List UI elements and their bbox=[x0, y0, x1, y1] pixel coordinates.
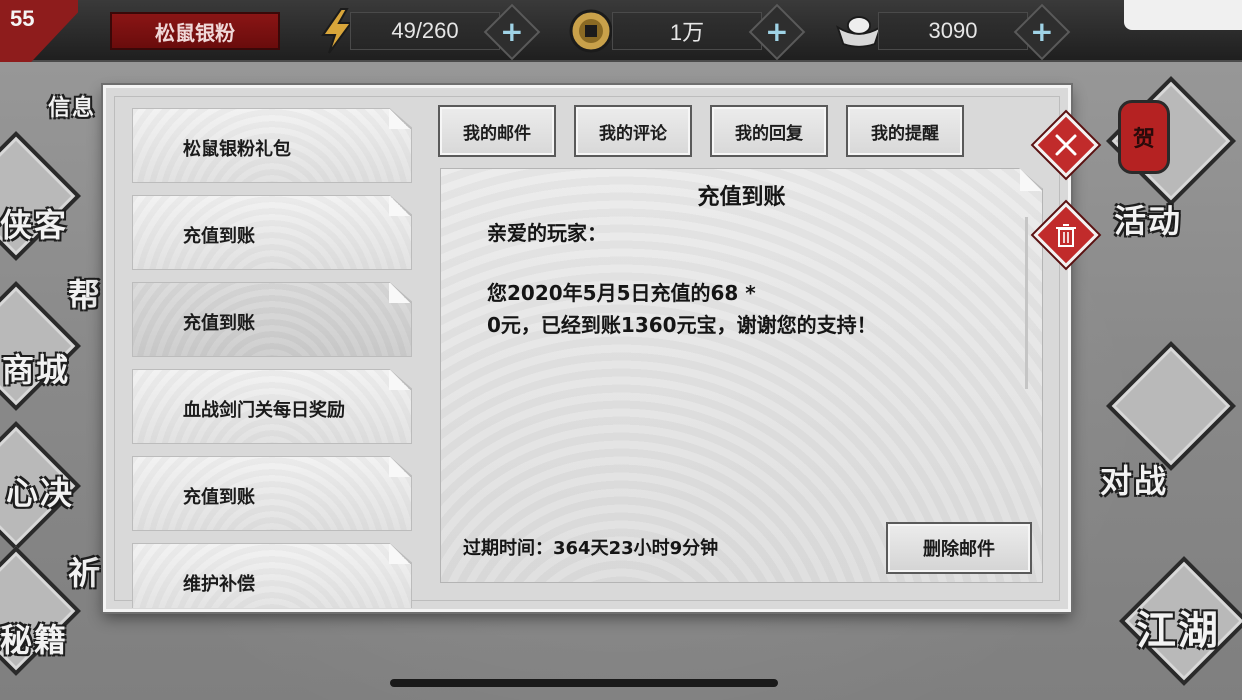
menu-qi[interactable]: 祈 bbox=[68, 548, 102, 594]
page-fold bbox=[389, 196, 411, 216]
trash-icon bbox=[1056, 224, 1076, 247]
plus-icon: + bbox=[500, 14, 524, 48]
menu-xinxi[interactable]: 信息 bbox=[48, 90, 96, 122]
mail-list-item[interactable]: 血战剑门关每日奖励 bbox=[132, 369, 412, 444]
menu-bang[interactable]: 帮 bbox=[68, 270, 102, 316]
mail-item-label: 维护补偿 bbox=[183, 574, 255, 595]
mail-title: 充值到账 bbox=[697, 185, 786, 210]
mail-list-item[interactable]: 充值到账 bbox=[132, 195, 412, 270]
mail-item-label: 松鼠银粉礼包 bbox=[183, 139, 291, 160]
ingot-icon bbox=[834, 6, 884, 56]
tab-my-replies[interactable]: 我的回复 bbox=[710, 105, 828, 157]
mail-list-item[interactable]: 松鼠银粉礼包 bbox=[132, 108, 412, 183]
menu-duizhan[interactable]: 对战 bbox=[1100, 456, 1168, 502]
page-fold bbox=[389, 109, 411, 129]
page-fold bbox=[389, 370, 411, 390]
stamina-value: 49/260 bbox=[350, 12, 500, 50]
menu-xiake[interactable]: 侠客 bbox=[0, 200, 68, 246]
lantern-icon: 贺 bbox=[1118, 100, 1170, 174]
mail-scrollbar[interactable] bbox=[1025, 217, 1028, 389]
page-fold bbox=[389, 283, 411, 303]
mail-item-label: 充值到账 bbox=[183, 226, 255, 247]
page-fold bbox=[389, 457, 411, 477]
plus-icon: + bbox=[765, 14, 789, 48]
mail-dialog: 松鼠银粉礼包 充值到账 充值到账 血战剑门关每日奖励 充值到账 维护补偿 我的邮… bbox=[103, 85, 1071, 612]
mail-body-line: 0元，已经到账1360元宝，谢谢您的支持！ bbox=[487, 313, 877, 337]
coin-icon bbox=[566, 6, 616, 56]
delete-mail-button[interactable]: 删除邮件 bbox=[886, 522, 1032, 574]
menu-miji[interactable]: 秘籍 bbox=[0, 615, 68, 661]
tab-my-reminders[interactable]: 我的提醒 bbox=[846, 105, 964, 157]
mail-body-line: 您2020年5月5日充值的68 * bbox=[487, 281, 756, 305]
mail-greeting: 亲爱的玩家： bbox=[487, 221, 607, 245]
tab-my-mail[interactable]: 我的邮件 bbox=[438, 105, 556, 157]
player-name[interactable]: 松鼠银粉 bbox=[110, 12, 280, 50]
mail-list: 松鼠银粉礼包 充值到账 充值到账 血战剑门关每日奖励 充值到账 维护补偿 bbox=[132, 108, 414, 608]
player-level: 55 bbox=[10, 6, 35, 31]
mail-body: 亲爱的玩家： 您2020年5月5日充值的68 * 0元，已经到账1360元宝，谢… bbox=[487, 217, 987, 341]
menu-shangcheng[interactable]: 商城 bbox=[2, 345, 70, 391]
mail-item-label: 血战剑门关每日奖励 bbox=[183, 400, 345, 421]
mail-list-item[interactable]: 充值到账 bbox=[132, 456, 412, 531]
ingot-value: 3090 bbox=[878, 12, 1028, 50]
menu-xinjue[interactable]: 心决 bbox=[6, 468, 74, 514]
tab-my-comments[interactable]: 我的评论 bbox=[574, 105, 692, 157]
copper-value: 1万 bbox=[612, 12, 762, 50]
top-bar: 55 松鼠银粉 49/260 + 1万 + 3090 + bbox=[0, 0, 1242, 62]
top-right-panel bbox=[1124, 0, 1242, 30]
lantern-char: 贺 bbox=[1132, 127, 1155, 152]
mail-item-label: 充值到账 bbox=[183, 487, 255, 508]
home-indicator[interactable] bbox=[390, 679, 778, 687]
mail-expire-time: 过期时间：364天23小时9分钟 bbox=[463, 538, 719, 559]
mail-content-panel: 充值到账 亲爱的玩家： 您2020年5月5日充值的68 * 0元，已经到账136… bbox=[440, 168, 1043, 583]
mail-item-label: 充值到账 bbox=[183, 313, 255, 334]
menu-jianghu[interactable]: 江湖 bbox=[1136, 598, 1220, 656]
mail-list-item-selected[interactable]: 充值到账 bbox=[132, 282, 412, 357]
bg-diamond bbox=[1105, 340, 1237, 472]
menu-huodong[interactable]: 活动 bbox=[1114, 196, 1182, 242]
mail-list-item[interactable]: 维护补偿 bbox=[132, 543, 412, 608]
close-icon bbox=[1055, 134, 1077, 156]
plus-icon: + bbox=[1030, 14, 1054, 48]
page-fold bbox=[389, 544, 411, 564]
